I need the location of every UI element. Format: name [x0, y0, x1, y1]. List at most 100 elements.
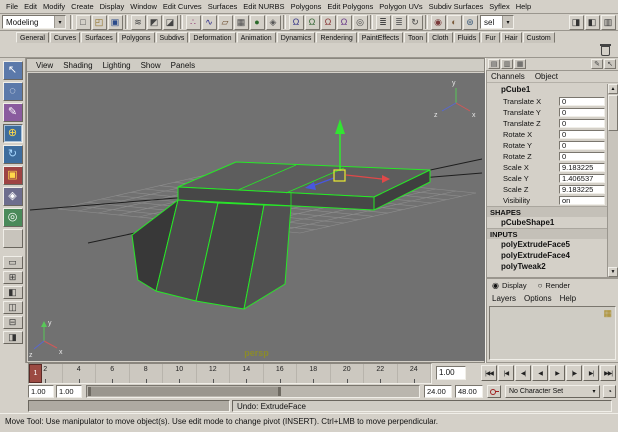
shelf-tab-curves[interactable]: Curves	[50, 32, 80, 43]
select-tool[interactable]: ↖	[3, 61, 23, 80]
menu-object[interactable]: Object	[535, 72, 558, 81]
menu-layers[interactable]: Layers	[492, 294, 516, 303]
current-time-field[interactable]: 1.00	[436, 366, 466, 380]
timeline-tick[interactable]: 20	[331, 364, 365, 383]
shelf-tab-animation[interactable]: Animation	[237, 32, 276, 43]
viewport-menu-lighting[interactable]: Lighting	[98, 61, 136, 70]
universal-manipulator-tool[interactable]: ◈	[3, 187, 23, 206]
render-globals-icon[interactable]: ⊛	[463, 15, 478, 30]
command-line-input[interactable]	[28, 400, 230, 412]
viewport-menu-panels[interactable]: Panels	[166, 61, 200, 70]
channel-value-field[interactable]: 0	[559, 119, 605, 128]
play-backwards-button[interactable]: ◀	[532, 365, 548, 381]
menu-file[interactable]: File	[3, 1, 21, 12]
timeline-tick[interactable]: 16	[264, 364, 298, 383]
menu-subdiv-surfaces[interactable]: Subdiv Surfaces	[426, 1, 487, 12]
lasso-select-tool[interactable]: ◌	[3, 82, 23, 101]
hierarchy-mode-icon[interactable]: ≋	[131, 15, 146, 30]
timeline-tick[interactable]: 14	[230, 364, 264, 383]
channel-value-field[interactable]: on	[559, 196, 605, 205]
new-scene-icon[interactable]: □	[76, 15, 91, 30]
render-current-frame-icon[interactable]: ◉	[431, 15, 446, 30]
component-mode-icon[interactable]: ◪	[163, 15, 178, 30]
show-tool-settings-icon[interactable]: ◧	[585, 15, 600, 30]
layer-list[interactable]: ▦	[489, 306, 616, 360]
paint-icon[interactable]: ✎	[591, 59, 603, 69]
timeline-tick[interactable]: 12	[197, 364, 231, 383]
step-forward-frame-button[interactable]: |▶	[566, 365, 582, 381]
viewport-3d[interactable]: y x z y x z persp	[28, 73, 485, 361]
viewport-menu-shading[interactable]: Shading	[58, 61, 97, 70]
shelf-tab-polygons[interactable]: Polygons	[118, 32, 155, 43]
layout-hypershade-button[interactable]: ◫	[3, 301, 23, 314]
channel-label[interactable]: Translate Y	[503, 108, 559, 117]
channel-value-field[interactable]: 0	[559, 97, 605, 106]
timeline-tick[interactable]: 24	[398, 364, 432, 383]
selection-mask-dropdown[interactable]: sel ▾	[480, 15, 514, 29]
object-mode-icon[interactable]: ◩	[147, 15, 162, 30]
scale-tool[interactable]: ▣	[3, 166, 23, 185]
shelf-tab-deformation[interactable]: Deformation	[189, 32, 235, 43]
create-layer-icon[interactable]: ▦	[603, 309, 612, 318]
save-scene-icon[interactable]: ▣	[108, 15, 123, 30]
shelf-tab-surfaces[interactable]: Surfaces	[81, 32, 117, 43]
shelf-tab-cloth[interactable]: Cloth	[428, 32, 452, 43]
shelf-tab-custom[interactable]: Custom	[523, 32, 555, 43]
menu-edit[interactable]: Edit	[21, 1, 40, 12]
timeline-tick[interactable]: 22	[364, 364, 398, 383]
lock-selection-icon[interactable]: ◈	[266, 15, 281, 30]
menu-surfaces[interactable]: Surfaces	[205, 1, 241, 12]
viewport-menu-show[interactable]: Show	[136, 61, 166, 70]
animation-preferences-button[interactable]: ◔	[603, 385, 616, 398]
menu-create[interactable]: Create	[68, 1, 97, 12]
playback-start-field[interactable]: 1.00	[56, 385, 82, 398]
snap-to-planes-icon[interactable]: Ω	[337, 15, 352, 30]
range-slider[interactable]	[86, 385, 420, 398]
timeline-tick[interactable]: 8	[130, 364, 164, 383]
timeline-tick[interactable]: 10	[163, 364, 197, 383]
timeline-tick[interactable]: 18	[297, 364, 331, 383]
show-manipulator-tool[interactable]: ◎	[3, 208, 23, 227]
pcube-mesh[interactable]	[132, 162, 430, 309]
channel-value-field[interactable]: 0	[559, 141, 605, 150]
layout-single-pane-button[interactable]: ▭	[3, 256, 23, 269]
channel-label[interactable]: Scale X	[503, 163, 559, 172]
layout-graph-button[interactable]: ⊟	[3, 316, 23, 329]
scroll-down-icon[interactable]: ▼	[608, 267, 618, 277]
menu-edit-polygons[interactable]: Edit Polygons	[324, 1, 376, 12]
menu-edit-curves[interactable]: Edit Curves	[160, 1, 205, 12]
menu-polygons[interactable]: Polygons	[288, 1, 325, 12]
ipr-render-icon[interactable]: ◐	[447, 15, 462, 30]
shelf-tab-fur[interactable]: Fur	[481, 32, 500, 43]
node-name[interactable]: pCube1	[487, 84, 607, 96]
shelf-tab-toon[interactable]: Toon	[404, 32, 427, 43]
playback-end-field[interactable]: 24.00	[424, 385, 452, 398]
viewport-scene[interactable]: y x z y x z	[28, 73, 485, 361]
make-live-icon[interactable]: ◎	[353, 15, 368, 30]
channel-value-field[interactable]: 9.183225	[559, 163, 605, 172]
menu-help[interactable]: Help	[560, 294, 576, 303]
animation-start-field[interactable]: 1.00	[28, 385, 54, 398]
shelf-tab-fluids[interactable]: Fluids	[454, 32, 481, 43]
layout-outliner-button[interactable]: ◨	[3, 331, 23, 344]
channel-label[interactable]: Translate X	[503, 97, 559, 106]
channel-label[interactable]: Rotate Y	[503, 141, 559, 150]
show-channels-and-layers-icon[interactable]: ▦	[514, 59, 526, 69]
construction-history-icon[interactable]: ↻	[408, 15, 423, 30]
input-node-polyextrudeface4[interactable]: polyExtrudeFace4	[487, 250, 607, 261]
select-lines-mask-icon[interactable]: ∿	[202, 15, 217, 30]
output-operations-icon[interactable]: ≣	[392, 15, 407, 30]
menu-edit-nurbs[interactable]: Edit NURBS	[240, 1, 287, 12]
channel-value-field[interactable]: 0	[559, 108, 605, 117]
channel-label[interactable]: Rotate X	[503, 130, 559, 139]
last-tool[interactable]	[3, 229, 23, 248]
menu-options[interactable]: Options	[524, 294, 552, 303]
show-channel-box-only-icon[interactable]: ▤	[488, 59, 500, 69]
step-back-frame-button[interactable]: ◀|	[515, 365, 531, 381]
snap-to-points-icon[interactable]: Ω	[321, 15, 336, 30]
go-to-start-button[interactable]: |◀◀	[481, 365, 497, 381]
menu-display[interactable]: Display	[97, 1, 128, 12]
channel-label[interactable]: Scale Y	[503, 174, 559, 183]
timeline-tick[interactable]: 4	[63, 364, 97, 383]
select-faces-mask-icon[interactable]: ▱	[218, 15, 233, 30]
